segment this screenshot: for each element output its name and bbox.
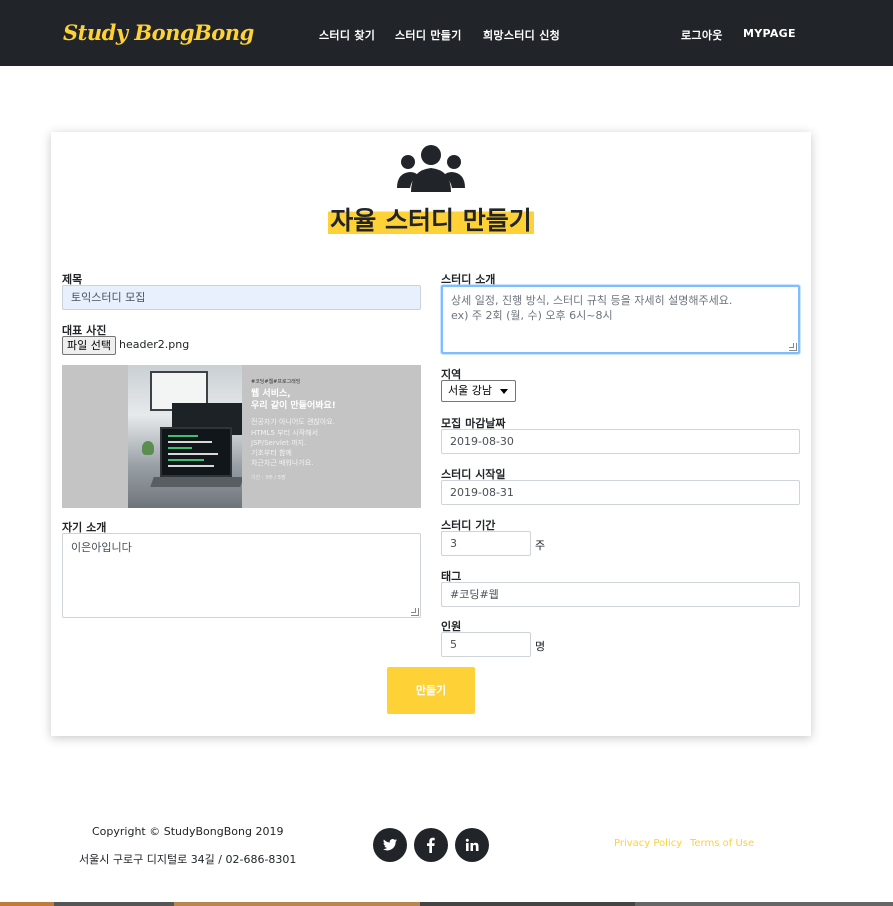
resize-handle[interactable] — [789, 343, 797, 351]
navbar: Study BongBong 스터디 찾기 스터디 만들기 희망스터디 신청 로… — [0, 0, 893, 66]
desc-placeholder-2: ex) 주 2회 (월, 수) 오후 6시~8시 — [451, 309, 613, 322]
nav-request-study[interactable]: 희망스터디 신청 — [483, 27, 560, 43]
twitter-icon — [383, 839, 397, 851]
duration-unit: 주 — [535, 539, 546, 552]
address: 서울시 구로구 디지털로 34길 / 02-686-8301 — [79, 853, 297, 866]
people-input[interactable]: 5 — [441, 632, 531, 657]
file-name: header2.png — [119, 338, 190, 351]
preview-body-2: HTML5 부터 시작해서 — [251, 429, 319, 437]
linkedin-icon — [465, 838, 479, 851]
copyright: Copyright © StudyBongBong 2019 — [92, 825, 284, 838]
bottom-strip — [0, 902, 893, 906]
nav-create-study[interactable]: 스터디 만들기 — [395, 27, 462, 43]
title-input[interactable]: 토익스터디 모집 — [62, 285, 421, 310]
preview-body-1: 전공자가 아니어도 괜찮아요. — [251, 418, 335, 426]
people-unit: 명 — [535, 640, 546, 653]
facebook-button[interactable] — [414, 828, 448, 862]
nav-logout[interactable]: 로그아웃 — [681, 27, 723, 43]
nav-find-study[interactable]: 스터디 찾기 — [319, 27, 375, 43]
photo-preview: #코딩#웹#프로그래밍 웹 서비스, 우리 같이 만들어봐요! 전공자가 아니어… — [62, 365, 421, 508]
preview-body-4: 기초부터 함께 — [251, 449, 292, 457]
preview-photo — [128, 365, 242, 508]
page-title: 자율 스터디 만들기 — [328, 204, 534, 238]
intro-text: 이은아입니다 — [71, 541, 132, 554]
file-select-button[interactable]: 파일 선택 — [62, 336, 116, 355]
nav-mypage[interactable]: MYPAGE — [743, 27, 796, 40]
deadline-input[interactable]: 2019-08-30 — [441, 429, 800, 454]
chevron-down-icon — [500, 389, 508, 394]
facebook-icon — [427, 837, 435, 853]
resize-handle[interactable] — [411, 608, 419, 616]
preview-tags: #코딩#웹#프로그래밍 — [251, 379, 301, 385]
preview-footer: 기간 : 3주 / 5명 — [251, 475, 286, 481]
preview-body-3: JSP/Servlet 까지. — [251, 439, 307, 447]
tag-input[interactable]: #코딩#웹 — [441, 582, 800, 607]
users-icon — [397, 145, 465, 192]
desc-textarea[interactable]: 상세 일정, 진행 방식, 스터디 규칙 등을 자세히 설명해주세요. ex) … — [441, 285, 800, 354]
linkedin-button[interactable] — [455, 828, 489, 862]
create-study-card: 자율 스터디 만들기 제목 토익스터디 모집 대표 사진 파일 선택 heade… — [51, 132, 811, 736]
preview-body-5: 차근차근 배워나가요. — [251, 459, 314, 467]
desc-placeholder-1: 상세 일정, 진행 방식, 스터디 규칙 등을 자세히 설명해주세요. — [451, 294, 733, 307]
brand-logo[interactable]: Study BongBong — [63, 20, 254, 45]
preview-line-2: 우리 같이 만들어봐요! — [251, 401, 336, 411]
start-input[interactable]: 2019-08-31 — [441, 480, 800, 505]
region-value: 서울 강남 — [448, 384, 492, 397]
terms-of-use-link[interactable]: Terms of Use — [690, 838, 754, 849]
privacy-policy-link[interactable]: Privacy Policy — [614, 838, 682, 849]
page-title-wrap: 자율 스터디 만들기 — [51, 204, 811, 238]
duration-input[interactable]: 3 — [441, 531, 531, 556]
twitter-button[interactable] — [373, 828, 407, 862]
intro-textarea[interactable]: 이은아입니다 — [62, 533, 421, 618]
region-select[interactable]: 서울 강남 — [441, 380, 516, 402]
create-button[interactable]: 만들기 — [387, 667, 475, 714]
